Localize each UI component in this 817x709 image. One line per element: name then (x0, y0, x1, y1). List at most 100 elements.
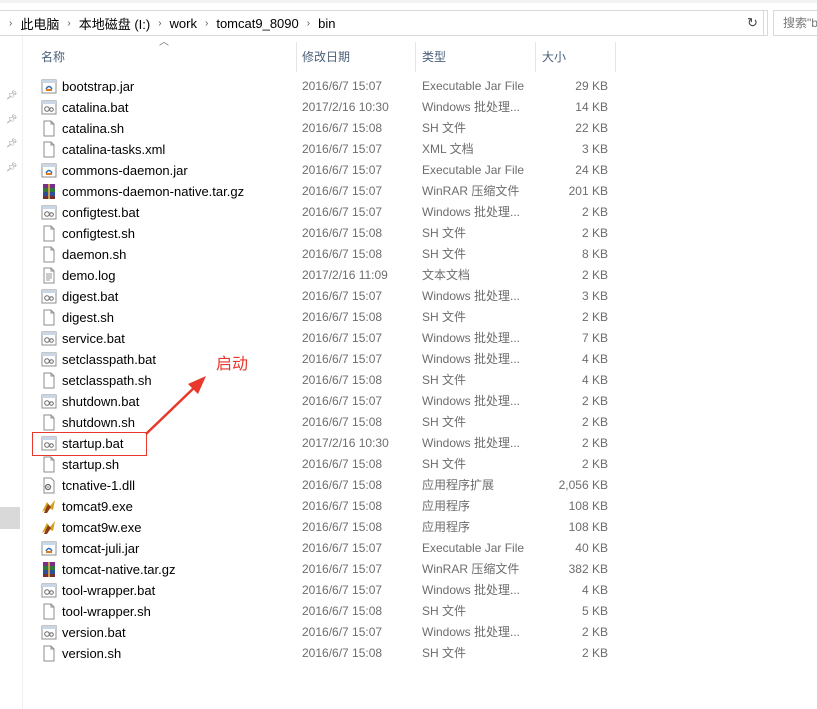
file-row[interactable]: digest.bat 2016/6/7 15:07 Windows 批处理... 3 … (37, 286, 615, 307)
file-row[interactable]: tomcat9.exe 2016/6/7 15:08 应用程序 108 KB (37, 496, 615, 517)
file-type: 应用程序 (422, 499, 471, 513)
file-name[interactable]: digest.sh (62, 307, 114, 328)
file-row[interactable]: bootstrap.jar 2016/6/7 15:07 Executable Ja… (37, 76, 615, 97)
jar-file-icon (41, 78, 57, 95)
file-row[interactable]: commons-daemon-native.tar.gz 2016/6/7 15:… (37, 181, 615, 202)
pin-icon[interactable]: 📌︎ (6, 90, 17, 100)
file-row[interactable]: commons-daemon.jar 2016/6/7 15:07 Executab… (37, 160, 615, 181)
file-row[interactable]: configtest.sh 2016/6/7 15:08 SH 文件 2 KB (37, 223, 615, 244)
breadcrumb-bin[interactable]: bin (313, 16, 340, 31)
refresh-button[interactable]: ↻ (742, 10, 764, 36)
file-row[interactable]: startup.sh 2016/6/7 15:08 SH 文件 2 KB (37, 454, 615, 475)
file-row[interactable]: tomcat-juli.jar 2016/6/7 15:07 Executable … (37, 538, 615, 559)
file-name[interactable]: tomcat-native.tar.gz (62, 559, 175, 580)
file-type: SH 文件 (422, 646, 467, 660)
file-name[interactable]: demo.log (62, 265, 115, 286)
file-name[interactable]: shutdown.bat (62, 391, 139, 412)
chevron-right-icon[interactable]: › (64, 18, 73, 29)
file-name[interactable]: catalina.sh (62, 118, 124, 139)
file-size: 40 KB (575, 541, 608, 555)
column-header-type[interactable]: 类型 (422, 42, 446, 72)
file-row[interactable]: catalina.sh 2016/6/7 15:08 SH 文件 22 KB (37, 118, 615, 139)
file-row[interactable]: catalina.bat 2017/2/16 10:30 Windows 批处理..… (37, 97, 615, 118)
file-row[interactable]: digest.sh 2016/6/7 15:08 SH 文件 2 KB (37, 307, 615, 328)
bat-file-icon (41, 99, 57, 116)
pin-icon[interactable]: 📌︎ (6, 138, 17, 148)
chevron-right-icon[interactable]: › (155, 18, 164, 29)
highlight-box-startup (32, 432, 147, 456)
file-row[interactable]: tool-wrapper.sh 2016/6/7 15:08 SH 文件 5 KB (37, 601, 615, 622)
breadcrumb-this-pc[interactable]: 此电脑 (15, 14, 64, 33)
column-divider[interactable] (615, 42, 616, 72)
file-name[interactable]: setclasspath.sh (62, 370, 152, 391)
file-row[interactable]: setclasspath.sh 2016/6/7 15:08 SH 文件 4 KB (37, 370, 615, 391)
column-divider[interactable] (296, 42, 297, 72)
file-name[interactable]: tomcat9w.exe (62, 517, 142, 538)
file-row[interactable]: shutdown.bat 2016/6/7 15:07 Windows 批处理...… (37, 391, 615, 412)
pin-icon[interactable]: 📌︎ (6, 114, 17, 124)
file-name[interactable]: commons-daemon-native.tar.gz (62, 181, 244, 202)
file-size: 2 KB (581, 310, 608, 324)
pin-icon[interactable]: 📌︎ (6, 162, 17, 172)
file-row[interactable]: configtest.bat 2016/6/7 15:07 Windows 批处理.… (37, 202, 615, 223)
column-divider[interactable] (415, 42, 416, 72)
file-name[interactable]: tcnative-1.dll (62, 475, 135, 496)
file-name[interactable]: configtest.sh (62, 223, 135, 244)
file-name[interactable]: digest.bat (62, 286, 118, 307)
file-name[interactable]: commons-daemon.jar (62, 160, 188, 181)
file-name[interactable]: setclasspath.bat (62, 349, 156, 370)
file-name[interactable]: shutdown.sh (62, 412, 135, 433)
file-row[interactable]: demo.log 2017/2/16 11:09 文本文档 2 KB (37, 265, 615, 286)
file-name[interactable]: tool-wrapper.bat (62, 580, 155, 601)
file-size: 108 KB (568, 499, 608, 513)
column-header-date[interactable]: 修改日期 (302, 42, 350, 72)
file-name[interactable]: catalina.bat (62, 97, 129, 118)
file-name[interactable]: startup.sh (62, 454, 119, 475)
search-input[interactable]: 搜索"bin" (773, 10, 817, 36)
file-row[interactable]: tomcat-native.tar.gz 2016/6/7 15:07 WinRAR… (37, 559, 615, 580)
chevron-right-icon[interactable]: › (202, 18, 211, 29)
dll-file-icon (41, 477, 57, 494)
file-name[interactable]: version.sh (62, 643, 121, 664)
breadcrumb-work[interactable]: work (165, 16, 202, 31)
file-name[interactable]: version.bat (62, 622, 126, 643)
address-bar[interactable]: › 此电脑 › 本地磁盘 (I:) › work › tomcat9_8090 … (0, 10, 768, 36)
file-row[interactable]: service.bat 2016/6/7 15:07 Windows 批处理... 7… (37, 328, 615, 349)
file-size: 2 KB (581, 646, 608, 660)
column-divider[interactable] (535, 42, 536, 72)
file-type: 应用程序 (422, 520, 471, 534)
file-date: 2016/6/7 15:08 (302, 226, 383, 240)
file-name[interactable]: catalina-tasks.xml (62, 139, 165, 160)
file-type: 文本文档 (422, 268, 471, 282)
column-header-size[interactable]: 大小 (542, 42, 566, 72)
file-row[interactable]: shutdown.sh 2016/6/7 15:08 SH 文件 2 KB (37, 412, 615, 433)
file-row[interactable]: tool-wrapper.bat 2016/6/7 15:07 Windows 批处… (37, 580, 615, 601)
chevron-right-icon[interactable]: › (304, 18, 313, 29)
file-row[interactable]: version.sh 2016/6/7 15:08 SH 文件 2 KB (37, 643, 615, 664)
blank-file-icon (41, 246, 57, 263)
file-name[interactable]: bootstrap.jar (62, 76, 134, 97)
column-header-name[interactable]: 名称 (41, 42, 65, 72)
chevron-right-icon: › (9, 17, 13, 29)
file-size: 4 KB (581, 352, 608, 366)
blank-file-icon (41, 120, 57, 137)
file-name[interactable]: service.bat (62, 328, 125, 349)
file-row[interactable]: version.bat 2016/6/7 15:07 Windows 批处理... 2… (37, 622, 615, 643)
nav-selected-item[interactable] (0, 507, 20, 529)
breadcrumb-drive[interactable]: 本地磁盘 (I:) (74, 14, 156, 33)
file-row[interactable]: daemon.sh 2016/6/7 15:08 SH 文件 8 KB (37, 244, 615, 265)
file-name[interactable]: tomcat9.exe (62, 496, 133, 517)
file-row[interactable]: tcnative-1.dll 2016/6/7 15:08 应用程序扩展 2,056 … (37, 475, 615, 496)
file-name[interactable]: configtest.bat (62, 202, 139, 223)
file-row[interactable]: catalina-tasks.xml 2016/6/7 15:07 XML 文档 3 … (37, 139, 615, 160)
file-size: 29 KB (575, 79, 608, 93)
file-name[interactable]: daemon.sh (62, 244, 126, 265)
file-name[interactable]: tomcat-juli.jar (62, 538, 139, 559)
file-name[interactable]: tool-wrapper.sh (62, 601, 151, 622)
file-date: 2017/2/16 10:30 (302, 436, 389, 450)
file-type: Windows 批处理... (422, 625, 521, 639)
breadcrumb-tomcat[interactable]: tomcat9_8090 (211, 16, 303, 31)
file-row[interactable]: tomcat9w.exe 2016/6/7 15:08 应用程序 108 KB (37, 517, 615, 538)
file-date: 2016/6/7 15:07 (302, 352, 383, 366)
file-row[interactable]: setclasspath.bat 2016/6/7 15:07 Windows 批处… (37, 349, 615, 370)
